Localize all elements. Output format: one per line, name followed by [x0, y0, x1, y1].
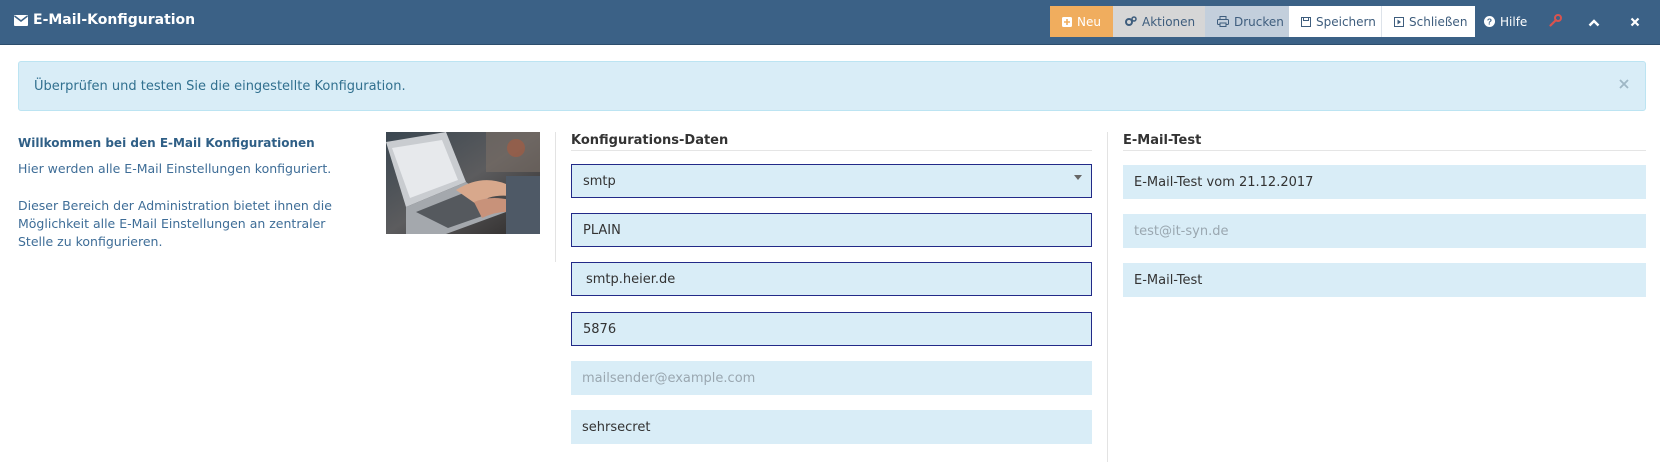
collapse-button[interactable]	[1577, 6, 1611, 37]
page-title: E-Mail-Konfiguration	[14, 12, 195, 28]
close-icon	[1630, 12, 1640, 31]
intro-text: Hier werden alle E-Mail Einstellungen ko…	[18, 161, 332, 176]
help-button[interactable]: ? Hilfe	[1478, 6, 1534, 37]
alert-close-icon[interactable]	[1616, 76, 1632, 92]
save-button-label: Speichern	[1316, 14, 1376, 29]
window-close-button[interactable]	[1618, 6, 1652, 37]
save-button[interactable]: Speichern	[1289, 6, 1382, 37]
new-button[interactable]: Neu	[1050, 6, 1113, 37]
help-button-label: Hilfe	[1500, 14, 1528, 29]
intro-heading: Willkommen bei den E-Mail Konfiguratione…	[18, 136, 315, 150]
config-section-title: Konfigurations-Daten	[571, 133, 729, 148]
send-test-button[interactable]: E-Mail-Test	[1123, 263, 1646, 297]
svg-text:?: ?	[1487, 17, 1492, 27]
password-value: sehrsecret	[582, 419, 651, 435]
port-field[interactable]: 5876	[571, 312, 1092, 346]
exit-square-icon	[1394, 16, 1404, 27]
close-button-label: Schließen	[1409, 14, 1468, 29]
test-section-rule	[1123, 150, 1646, 151]
wrench-button[interactable]	[1538, 6, 1572, 37]
password-field[interactable]: sehrsecret	[571, 410, 1092, 444]
port-value: 5876	[583, 321, 617, 337]
print-button[interactable]: Drucken	[1205, 6, 1289, 37]
auth-field[interactable]: PLAIN	[571, 213, 1092, 247]
page-title-text: E-Mail-Konfiguration	[33, 12, 196, 28]
print-icon	[1217, 16, 1229, 27]
test-subject-field[interactable]: E-Mail-Test vom 21.12.2017	[1123, 165, 1646, 199]
info-alert: Überprüfen und testen Sie die eingestell…	[18, 61, 1646, 111]
test-subject-value: E-Mail-Test vom 21.12.2017	[1134, 174, 1314, 190]
sender-field[interactable]: mailsender@example.com	[571, 361, 1092, 395]
chevron-up-icon	[1588, 12, 1600, 31]
caret-down-icon	[1074, 175, 1082, 180]
new-button-label: Neu	[1077, 14, 1101, 29]
column-divider-2	[1107, 132, 1108, 462]
plus-square-icon	[1062, 16, 1072, 27]
column-divider	[555, 132, 556, 262]
gears-icon	[1125, 16, 1137, 27]
actions-button[interactable]: Aktionen	[1113, 6, 1205, 37]
auth-value: PLAIN	[583, 222, 621, 238]
host-field[interactable]: smtp.heier.de	[571, 262, 1092, 296]
test-recipient-field[interactable]: test@it-syn.de	[1123, 214, 1646, 248]
envelope-icon	[14, 14, 28, 26]
floppy-icon	[1301, 16, 1311, 27]
host-value: smtp.heier.de	[586, 271, 676, 287]
actions-button-label: Aktionen	[1142, 14, 1196, 29]
intro-paragraph: Dieser Bereich der Administration bietet…	[18, 198, 332, 249]
print-button-label: Drucken	[1234, 14, 1284, 29]
question-circle-icon: ?	[1484, 16, 1495, 27]
close-button[interactable]: Schließen	[1382, 6, 1475, 37]
transport-select[interactable]: smtp	[571, 164, 1092, 198]
laptop-photo	[386, 132, 540, 234]
sender-placeholder: mailsender@example.com	[582, 370, 756, 386]
test-recipient-placeholder: test@it-syn.de	[1134, 223, 1229, 239]
config-section-rule	[571, 150, 1092, 151]
test-section-title: E-Mail-Test	[1123, 133, 1202, 148]
wrench-icon	[1548, 12, 1562, 31]
alert-text: Überprüfen und testen Sie die eingestell…	[34, 79, 406, 94]
send-test-label: E-Mail-Test	[1134, 272, 1203, 288]
top-bar: E-Mail-Konfiguration Neu Aktionen Drucke…	[0, 0, 1660, 45]
transport-value: smtp	[583, 173, 616, 189]
